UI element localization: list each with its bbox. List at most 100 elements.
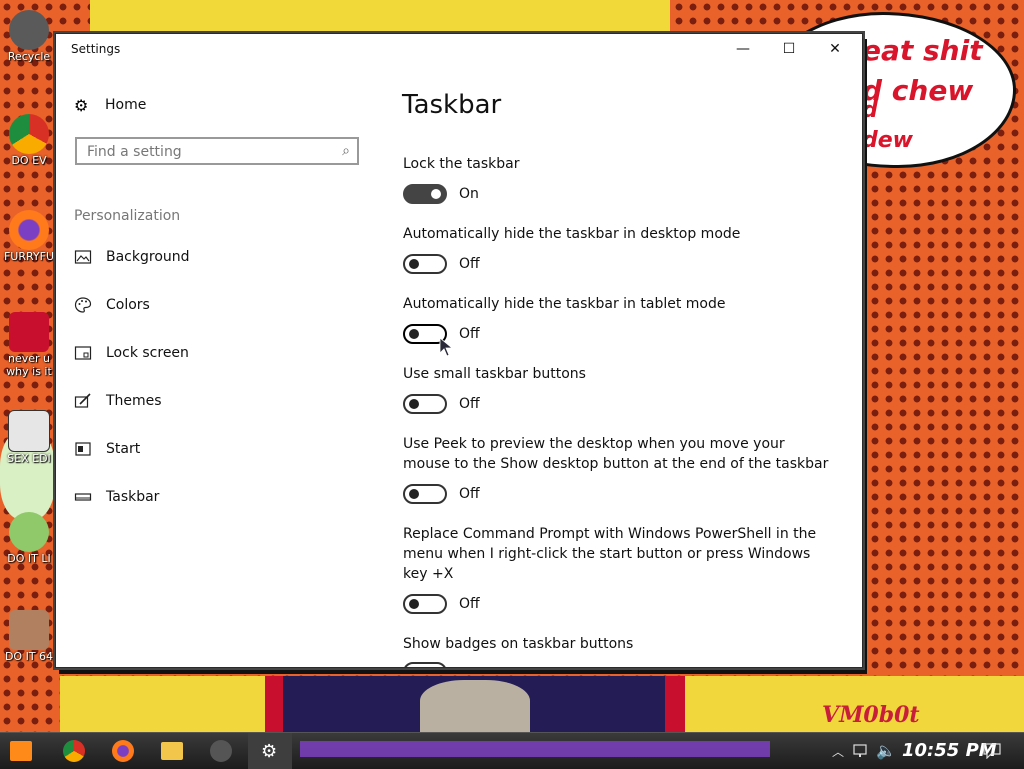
hex-editor-icon — [8, 410, 50, 452]
sidebar-item-lock-screen[interactable]: Lock screen — [74, 343, 374, 367]
firefox-icon — [9, 210, 49, 250]
search-placeholder: Find a setting — [87, 144, 182, 160]
file-explorer-icon — [161, 742, 183, 760]
sidebar-item-label: Themes — [106, 393, 162, 409]
wallpaper-top-panel — [90, 0, 670, 32]
desktop-icon-label: DO IT LI — [7, 552, 51, 565]
desktop-icon-app[interactable]: DO IT LI — [2, 512, 56, 565]
toggle-knob — [409, 599, 419, 609]
peek-toggle[interactable] — [403, 484, 447, 504]
network-icon[interactable] — [853, 743, 871, 759]
toggle-knob — [409, 399, 419, 409]
volume-icon[interactable]: 🔈 — [876, 741, 896, 760]
bubble-line-1: eat shit — [862, 34, 983, 67]
desktop-icon-label: DO IT 64 — [4, 650, 54, 663]
desktop-icon-firefox[interactable]: FURRYFU — [2, 210, 56, 263]
sidebar-item-start[interactable]: Start — [74, 439, 374, 463]
sidebar-item-themes[interactable]: Themes — [74, 391, 374, 415]
setting-label-small-buttons: Use small taskbar buttons — [403, 366, 586, 382]
toggle-state-text: Off — [459, 486, 480, 502]
wallpaper-signature: VM0b0t — [822, 702, 920, 728]
firefox-icon — [112, 740, 134, 762]
taskbar-chrome[interactable] — [52, 733, 96, 769]
portrait-icon — [9, 610, 49, 650]
sidebar-item-taskbar[interactable]: Taskbar — [74, 487, 374, 511]
section-heading: Personalization — [74, 208, 181, 224]
taskbar-firefox[interactable] — [101, 733, 145, 769]
setting-label-autohide-desktop: Automatically hide the taskbar in deskto… — [403, 226, 741, 242]
app-icon — [210, 740, 232, 762]
desktop-icon-hex-editor[interactable]: SEX EDI — [2, 410, 56, 465]
page-title: Taskbar — [402, 90, 502, 120]
search-icon: ⌕ — [342, 143, 350, 159]
lock-screen-icon — [74, 346, 92, 360]
desktop-icon-chrome[interactable]: DO EV — [2, 114, 56, 167]
desktop-icon-recycle-bin[interactable]: Recycle — [2, 10, 56, 63]
sidebar-item-label: Start — [106, 441, 141, 457]
chrome-icon — [63, 740, 85, 762]
mouse-cursor-icon — [439, 337, 454, 357]
desktop-icon-label: DO EV — [11, 154, 47, 167]
start-icon — [75, 442, 91, 456]
taskbar: ⚙ ︿ 🔈 10:55 PM — [0, 732, 1024, 769]
sidebar-item-label: Background — [106, 249, 190, 265]
settings-window: Settings — ☐ ✕ ⚙ Home Find a setting ⌕ P… — [55, 33, 863, 668]
chevron-up-icon[interactable]: ︿ — [832, 743, 844, 760]
toggle-knob — [409, 259, 419, 269]
desktop-icon-app-64[interactable]: DO IT 64 — [2, 610, 56, 663]
taskbar-decoration — [300, 741, 770, 757]
desktop-icon-devcpp[interactable]: never u why is it — [2, 312, 56, 378]
badges-toggle[interactable] — [403, 662, 447, 668]
sidebar-item-label: Lock screen — [106, 345, 189, 361]
gear-icon: ⚙ — [74, 96, 89, 115]
powershell-toggle[interactable] — [403, 594, 447, 614]
sidebar-item-label: Taskbar — [106, 489, 160, 505]
toggle-knob — [409, 489, 419, 499]
search-input[interactable]: Find a setting ⌕ — [75, 137, 359, 165]
title-bar[interactable]: Settings — ☐ ✕ — [56, 34, 862, 64]
wallpaper-figure — [420, 680, 530, 732]
toggle-state-text: Off — [459, 596, 480, 612]
recycle-bin-icon — [9, 10, 49, 50]
sidebar-item-label: Colors — [106, 297, 150, 313]
taskbar-app[interactable] — [199, 733, 243, 769]
start-icon — [10, 741, 32, 761]
desktop-icon-label: SEX EDI — [7, 452, 51, 465]
settings-icon: ⚙ — [261, 741, 278, 762]
palette-icon — [74, 297, 92, 313]
setting-label-peek: Use Peek to preview the desktop when you… — [403, 436, 829, 472]
toggle-state-text: On — [459, 186, 479, 202]
setting-label-badges: Show badges on taskbar buttons — [403, 636, 634, 652]
devcpp-icon — [9, 312, 49, 352]
desktop-icon-label: FURRYFU — [3, 250, 55, 263]
taskbar-icon — [74, 493, 92, 501]
autohide-desktop-toggle[interactable] — [403, 254, 447, 274]
toggle-knob — [431, 189, 441, 199]
lock-taskbar-toggle[interactable] — [403, 184, 447, 204]
desktop-icon-label: never u why is it — [6, 352, 52, 378]
toggle-knob — [409, 329, 419, 339]
taskbar-settings[interactable]: ⚙ — [248, 733, 292, 769]
toggle-state-text: Off — [459, 256, 480, 272]
bubble-line-3: d — [862, 98, 878, 123]
close-button[interactable]: ✕ — [812, 34, 858, 64]
setting-label-powershell: Replace Command Prompt with Windows Powe… — [403, 526, 817, 582]
nav-home-label: Home — [105, 97, 147, 113]
chrome-icon — [9, 114, 49, 154]
notifications-icon[interactable] — [983, 743, 1001, 759]
start-button[interactable] — [0, 733, 44, 769]
minimize-button[interactable]: — — [720, 34, 766, 64]
maximize-button[interactable]: ☐ — [766, 34, 812, 64]
setting-label-lock-taskbar: Lock the taskbar — [403, 156, 520, 172]
wallpaper-red-stripe — [265, 676, 283, 732]
sidebar-item-colors[interactable]: Colors — [74, 295, 374, 319]
bubble-line-4: dew — [862, 128, 913, 153]
toggle-state-text: Off — [459, 396, 480, 412]
app-icon — [9, 512, 49, 552]
setting-label-autohide-tablet: Automatically hide the taskbar in tablet… — [403, 296, 726, 312]
toggle-knob — [409, 667, 419, 668]
small-buttons-toggle[interactable] — [403, 394, 447, 414]
desktop-icon-label: Recycle — [7, 50, 51, 63]
sidebar-item-background[interactable]: Background — [74, 247, 374, 271]
taskbar-file-explorer[interactable] — [150, 733, 194, 769]
